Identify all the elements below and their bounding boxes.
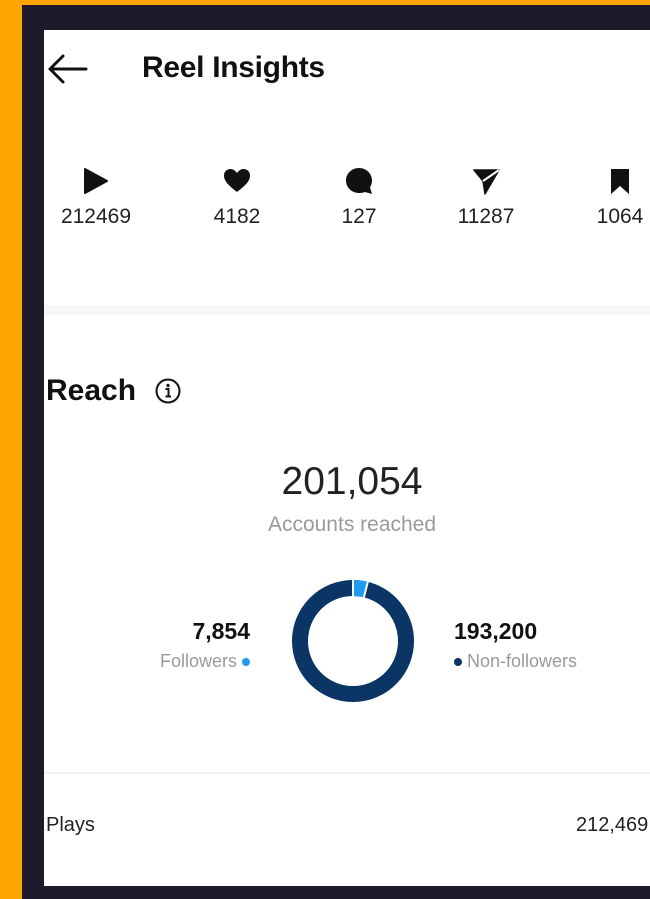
back-button[interactable] xyxy=(46,52,88,86)
non-followers-stat: 193,200 Non-followers xyxy=(454,618,577,672)
info-icon xyxy=(155,378,181,404)
comments-count: 127 xyxy=(341,205,377,228)
accounts-reached-value: 201,054 xyxy=(281,460,423,503)
info-button[interactable] xyxy=(154,377,182,405)
followers-value: 7,854 xyxy=(192,618,250,644)
metric-saves: 1064 xyxy=(570,167,650,229)
donut-nonfollowers-segment xyxy=(292,580,414,702)
reach-heading: Reach xyxy=(46,374,137,407)
plays-row-label: Plays xyxy=(46,814,95,836)
heart-icon xyxy=(224,169,250,192)
header: Reel Insights xyxy=(44,30,650,110)
likes-count: 4182 xyxy=(213,205,261,228)
non-followers-label: Non-followers xyxy=(467,651,578,671)
followers-stat: 7,854 Followers xyxy=(160,618,250,672)
metric-likes: 4182 xyxy=(187,167,287,229)
followers-label: Followers xyxy=(159,651,237,671)
metric-comments: 127 xyxy=(309,167,409,229)
plays-row-value: 212,469 xyxy=(576,814,649,836)
play-icon xyxy=(84,168,108,194)
page-title: Reel Insights xyxy=(142,51,325,84)
plays-count: 212469 xyxy=(60,205,132,228)
non-followers-value: 193,200 xyxy=(454,618,538,644)
reel-insights-screen: Reel Insights 212469 4182 127 11287 1064… xyxy=(44,30,650,886)
metric-shares: 11287 xyxy=(436,167,536,229)
save-icon xyxy=(611,169,629,194)
reach-donut-chart xyxy=(292,580,414,702)
saves-count: 1064 xyxy=(596,205,644,228)
arrow-left-icon xyxy=(48,54,88,84)
accounts-reached-label: Accounts reached xyxy=(267,513,437,536)
section-divider xyxy=(44,305,650,315)
shares-count: 11287 xyxy=(457,205,515,228)
followers-legend-dot xyxy=(242,658,250,667)
metric-plays: 212469 xyxy=(46,167,146,229)
comment-icon xyxy=(346,168,372,194)
row-divider xyxy=(44,772,650,774)
donut-followers-segment xyxy=(352,580,368,598)
non-followers-legend-dot xyxy=(454,658,462,667)
share-icon xyxy=(473,169,500,195)
